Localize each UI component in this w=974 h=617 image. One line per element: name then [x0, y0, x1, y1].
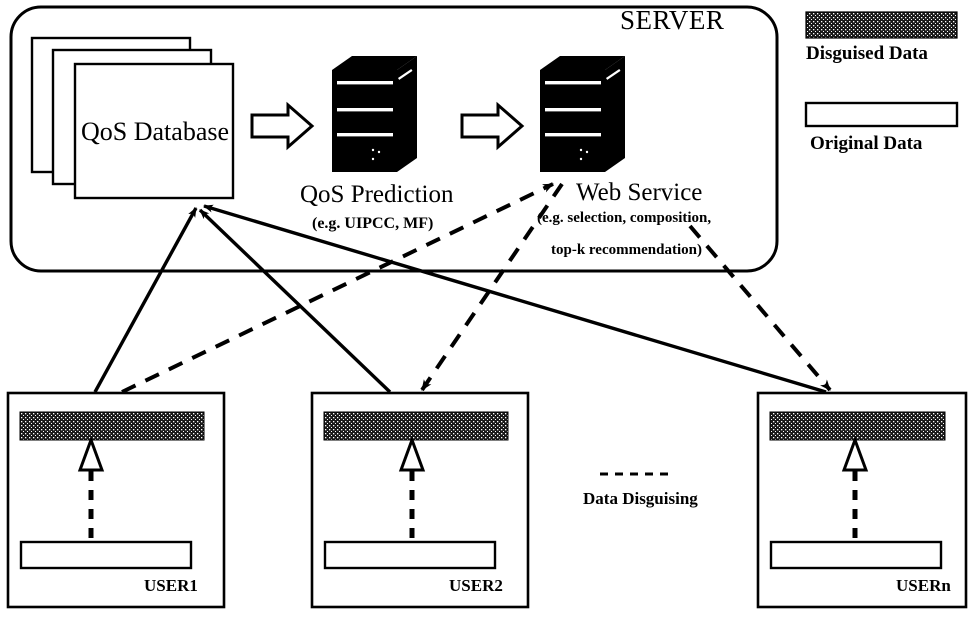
- web-service-sublabel-line1: (e.g. selection, composition,: [537, 210, 712, 226]
- user-2-label: USER2: [449, 576, 503, 595]
- legend-disguised-data-label: Disguised Data: [806, 43, 928, 64]
- server-rack-icon-webservice: [540, 56, 625, 172]
- user-box-2: [310, 391, 530, 609]
- legend-data-disguising-label: Data Disguising: [583, 489, 698, 508]
- original-data-bar-2: [323, 540, 497, 570]
- disguised-data-bar-1: [19, 411, 205, 441]
- original-data-bar-1: [19, 540, 193, 570]
- user-box-1: [6, 391, 226, 609]
- qos-prediction-sublabel: (e.g. UIPCC, MF): [312, 215, 434, 232]
- diagram-canvas: SERVER QoS Database QoS Prediction (e.g.…: [0, 0, 974, 617]
- diagram-vector-layer: [6, 5, 968, 609]
- user-1-label: USER1: [144, 576, 198, 595]
- server-title-label: SERVER: [620, 5, 725, 35]
- user-n-label: USERn: [896, 576, 951, 595]
- disguised-data-bar-n: [769, 411, 946, 441]
- original-data-bar-n: [769, 540, 943, 570]
- web-service-label: Web Service: [576, 179, 703, 206]
- server-rack-icon-prediction: [332, 56, 417, 172]
- user-box-n: [756, 391, 968, 609]
- disguised-data-bar-2: [323, 411, 509, 441]
- legend-disguised-swatch: [805, 11, 958, 39]
- qos-database-label: QoS Database: [81, 117, 230, 146]
- legend-original-data-label: Original Data: [810, 133, 923, 154]
- web-service-sublabel-line2: top-k recommendation): [551, 242, 702, 258]
- qos-prediction-label: QoS Prediction: [300, 181, 454, 208]
- legend-original-swatch: [804, 101, 959, 128]
